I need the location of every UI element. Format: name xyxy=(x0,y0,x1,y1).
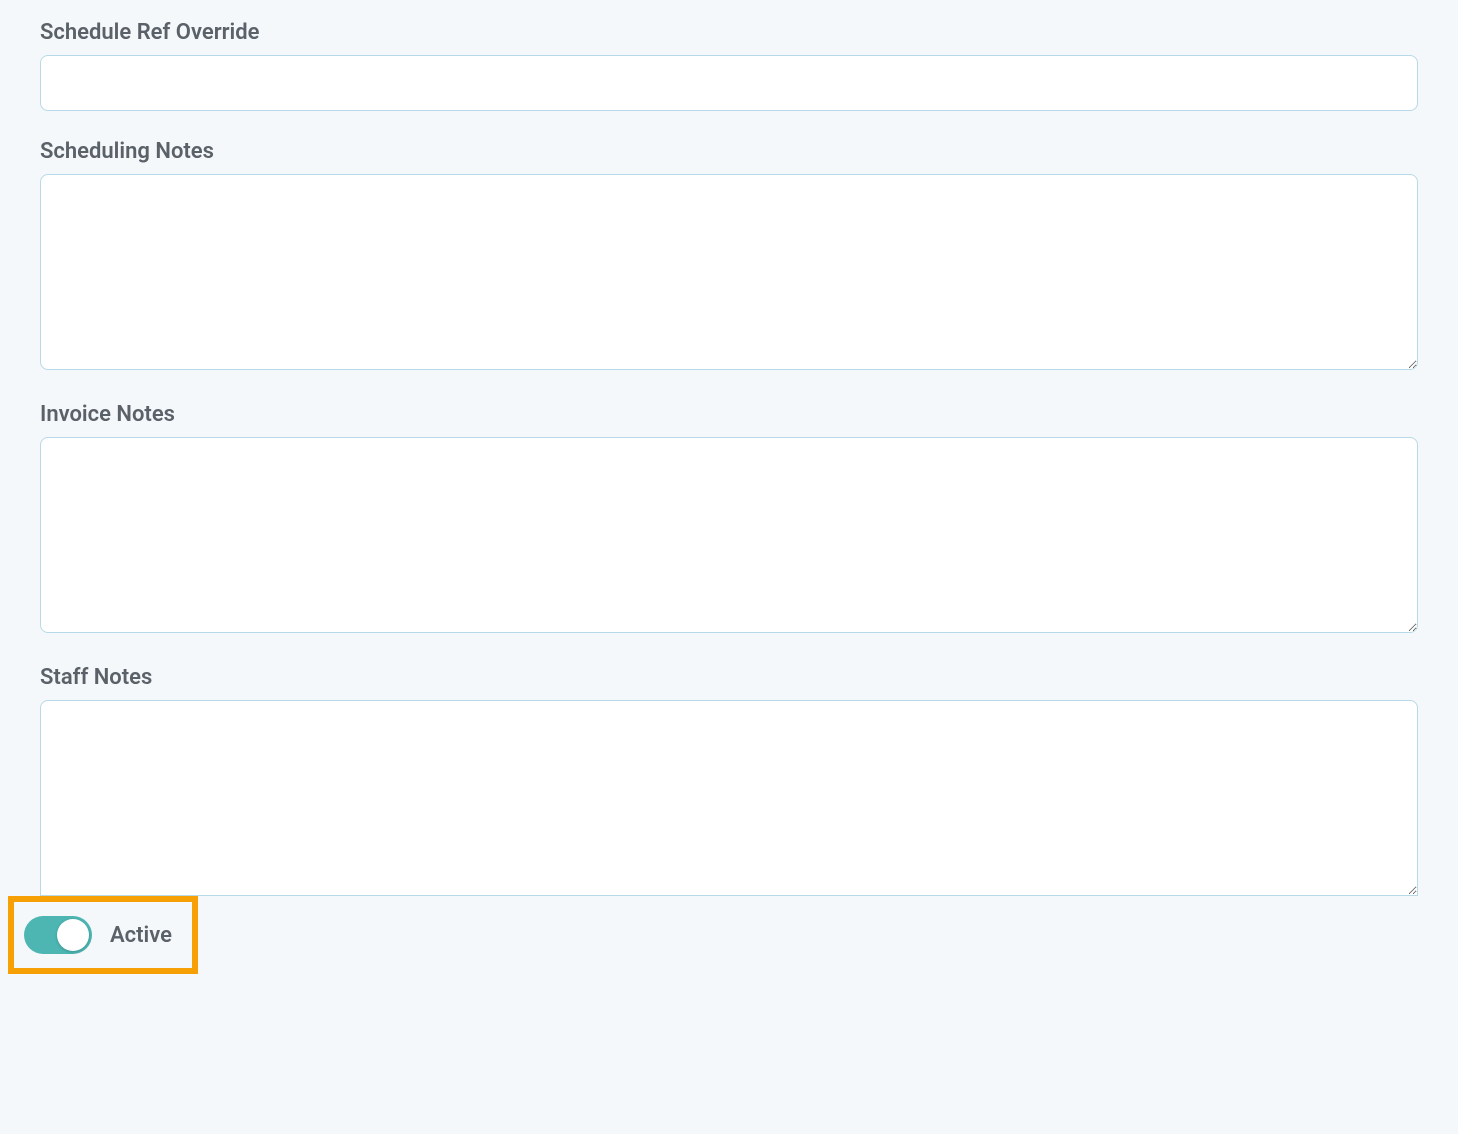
active-toggle[interactable] xyxy=(24,916,92,954)
active-toggle-container: Active xyxy=(8,896,198,974)
staff-notes-input[interactable] xyxy=(40,700,1418,896)
scheduling-notes-group: Scheduling Notes xyxy=(40,139,1418,374)
scheduling-notes-input[interactable] xyxy=(40,174,1418,370)
toggle-knob-icon xyxy=(57,919,89,951)
schedule-ref-override-label: Schedule Ref Override xyxy=(40,20,1418,45)
invoice-notes-label: Invoice Notes xyxy=(40,402,1418,427)
invoice-notes-group: Invoice Notes xyxy=(40,402,1418,637)
staff-notes-group: Staff Notes xyxy=(40,665,1418,900)
schedule-ref-override-input[interactable] xyxy=(40,55,1418,111)
active-toggle-label: Active xyxy=(110,923,172,948)
schedule-ref-override-group: Schedule Ref Override xyxy=(40,20,1418,111)
active-toggle-highlight: Active xyxy=(8,896,1418,974)
invoice-notes-input[interactable] xyxy=(40,437,1418,633)
scheduling-notes-label: Scheduling Notes xyxy=(40,139,1418,164)
staff-notes-label: Staff Notes xyxy=(40,665,1418,690)
